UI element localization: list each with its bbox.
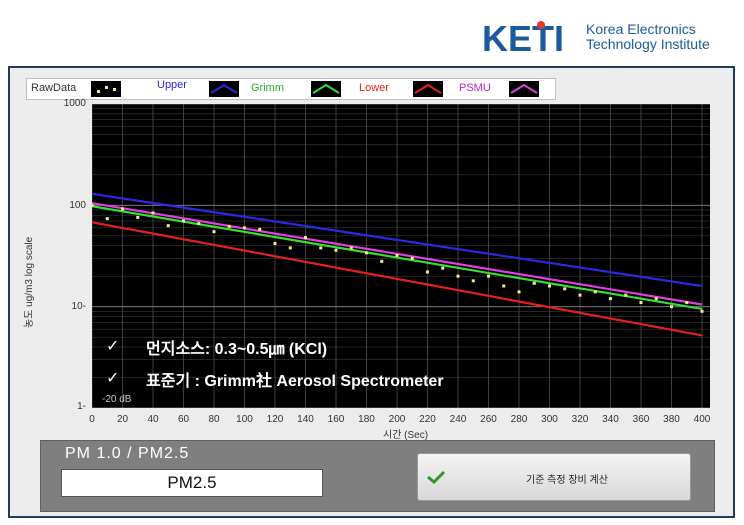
legend-swatch-upper[interactable] xyxy=(209,81,239,97)
rawdata-point xyxy=(563,287,567,291)
rawdata-point xyxy=(273,242,277,246)
rawdata-point xyxy=(334,248,338,252)
rawdata-point xyxy=(609,297,612,301)
legend-swatch-rawdata[interactable] xyxy=(91,81,121,97)
pm-selection-field[interactable]: PM2.5 xyxy=(61,469,323,497)
rawdata-point xyxy=(700,309,704,313)
note-dust-source: 먼지소스: 0.3~0.5㎛ (KCl) xyxy=(146,341,328,358)
rawdata-point xyxy=(456,274,460,278)
x-tick-260: 260 xyxy=(480,414,497,425)
rawdata-point xyxy=(395,253,399,257)
x-tick-100: 100 xyxy=(236,414,253,425)
rawdata-point xyxy=(105,217,109,221)
x-tick-60: 60 xyxy=(177,414,190,425)
rawdata-point xyxy=(151,211,155,215)
x-tick-0: 0 xyxy=(89,414,95,425)
rawdata-point xyxy=(426,270,429,274)
keti-logo: KE TI Korea Electronics Technology Insti… xyxy=(482,20,732,62)
rawdata-point xyxy=(319,246,323,250)
check-mark-1: ✓ xyxy=(106,338,120,355)
keti-logo-mark: KE TI xyxy=(482,20,564,56)
x-tick-160: 160 xyxy=(327,414,345,425)
legend-label-lower: Lower xyxy=(359,82,389,94)
x-tick-340: 340 xyxy=(602,414,619,425)
rawdata-point xyxy=(548,284,551,288)
rawdata-point xyxy=(349,246,353,250)
rawdata-point xyxy=(365,251,368,255)
logo-text-line1: Korea Electronics xyxy=(586,21,696,37)
x-tick-180: 180 xyxy=(358,414,375,425)
x-axis-label: 시간 (Sec) xyxy=(383,430,429,441)
rawdata-point xyxy=(92,203,94,207)
rawdata-point xyxy=(502,284,506,288)
rawdata-point xyxy=(624,293,628,297)
rawdata-point xyxy=(197,222,201,226)
rawdata-point xyxy=(593,290,597,294)
y-tick-1: 1- xyxy=(77,401,86,412)
rawdata-point xyxy=(471,279,475,283)
x-tick-400: 400 xyxy=(693,414,711,425)
rawdata-point xyxy=(517,290,521,294)
rawdata-point xyxy=(410,256,414,260)
x-tick-220: 220 xyxy=(419,414,436,425)
x-tick-20: 20 xyxy=(116,414,129,425)
rawdata-point xyxy=(578,293,582,297)
legend-label-upper: Upper xyxy=(157,79,187,91)
rawdata-point xyxy=(670,305,673,309)
x-tick-80: 80 xyxy=(208,414,220,425)
rawdata-point xyxy=(304,236,307,240)
rawdata-point xyxy=(685,300,689,304)
x-tick-300: 300 xyxy=(541,414,558,425)
rawdata-point xyxy=(166,224,170,228)
chart-legend: RawData Upper Grimm Lower PSMU xyxy=(26,78,556,100)
concentration-plot xyxy=(92,104,710,408)
rawdata-point xyxy=(258,227,262,231)
rawdata-point xyxy=(121,207,124,211)
note-reference-device: 표준기 : Grimm社 Aerosol Spectrometer xyxy=(146,373,444,390)
measurement-window: RawData Upper Grimm Lower PSMU 1000 100 … xyxy=(8,66,735,518)
rawdata-point xyxy=(532,281,536,285)
x-tick-120: 120 xyxy=(266,414,284,425)
svg-text:TI: TI xyxy=(532,20,564,56)
x-tick-380: 380 xyxy=(663,414,680,425)
legend-swatch-lower[interactable] xyxy=(413,81,443,97)
y-tick-1000: 1000 xyxy=(63,98,86,109)
y-tick-100: 100 xyxy=(69,200,86,211)
rawdata-point xyxy=(243,226,246,230)
pm-selector-title: PM 1.0 / PM2.5 xyxy=(65,445,190,462)
rawdata-point xyxy=(136,215,140,219)
legend-label-rawdata: RawData xyxy=(31,82,77,94)
x-tick-200: 200 xyxy=(388,414,406,425)
y-axis-label: 농도 ug/m3 log scale xyxy=(24,236,35,328)
pm-control-panel: PM 1.0 / PM2.5 PM2.5 기준 측정 장비 계산 xyxy=(40,440,715,512)
rawdata-point xyxy=(288,246,292,250)
legend-label-psmu: PSMU xyxy=(459,82,491,94)
checkmark-icon xyxy=(427,470,446,484)
plot-min-label: -20 dB xyxy=(102,394,132,405)
legend-swatch-grimm[interactable] xyxy=(311,81,341,97)
rawdata-point xyxy=(380,259,384,263)
rawdata-point xyxy=(227,224,231,228)
rawdata-point xyxy=(639,300,643,304)
reference-calc-button-label: 기준 측정 장비 계산 xyxy=(526,475,608,486)
rawdata-point xyxy=(654,297,658,301)
logo-text-line2: Technology Institute xyxy=(586,36,710,52)
rawdata-point xyxy=(487,274,490,278)
y-tick-10: 10- xyxy=(71,301,86,312)
x-tick-40: 40 xyxy=(147,414,159,425)
rawdata-point xyxy=(212,230,216,234)
reference-calc-button[interactable]: 기준 측정 장비 계산 xyxy=(417,453,691,501)
x-tick-360: 360 xyxy=(632,414,650,425)
x-tick-280: 280 xyxy=(510,414,528,425)
x-tick-240: 240 xyxy=(449,414,467,425)
x-tick-320: 320 xyxy=(571,414,589,425)
rawdata-point xyxy=(441,266,445,270)
check-mark-2: ✓ xyxy=(106,370,120,387)
legend-label-grimm: Grimm xyxy=(251,82,284,94)
svg-text:KE: KE xyxy=(482,20,532,56)
x-tick-140: 140 xyxy=(297,414,314,425)
legend-swatch-psmu[interactable] xyxy=(509,81,539,97)
rawdata-point xyxy=(182,219,185,223)
